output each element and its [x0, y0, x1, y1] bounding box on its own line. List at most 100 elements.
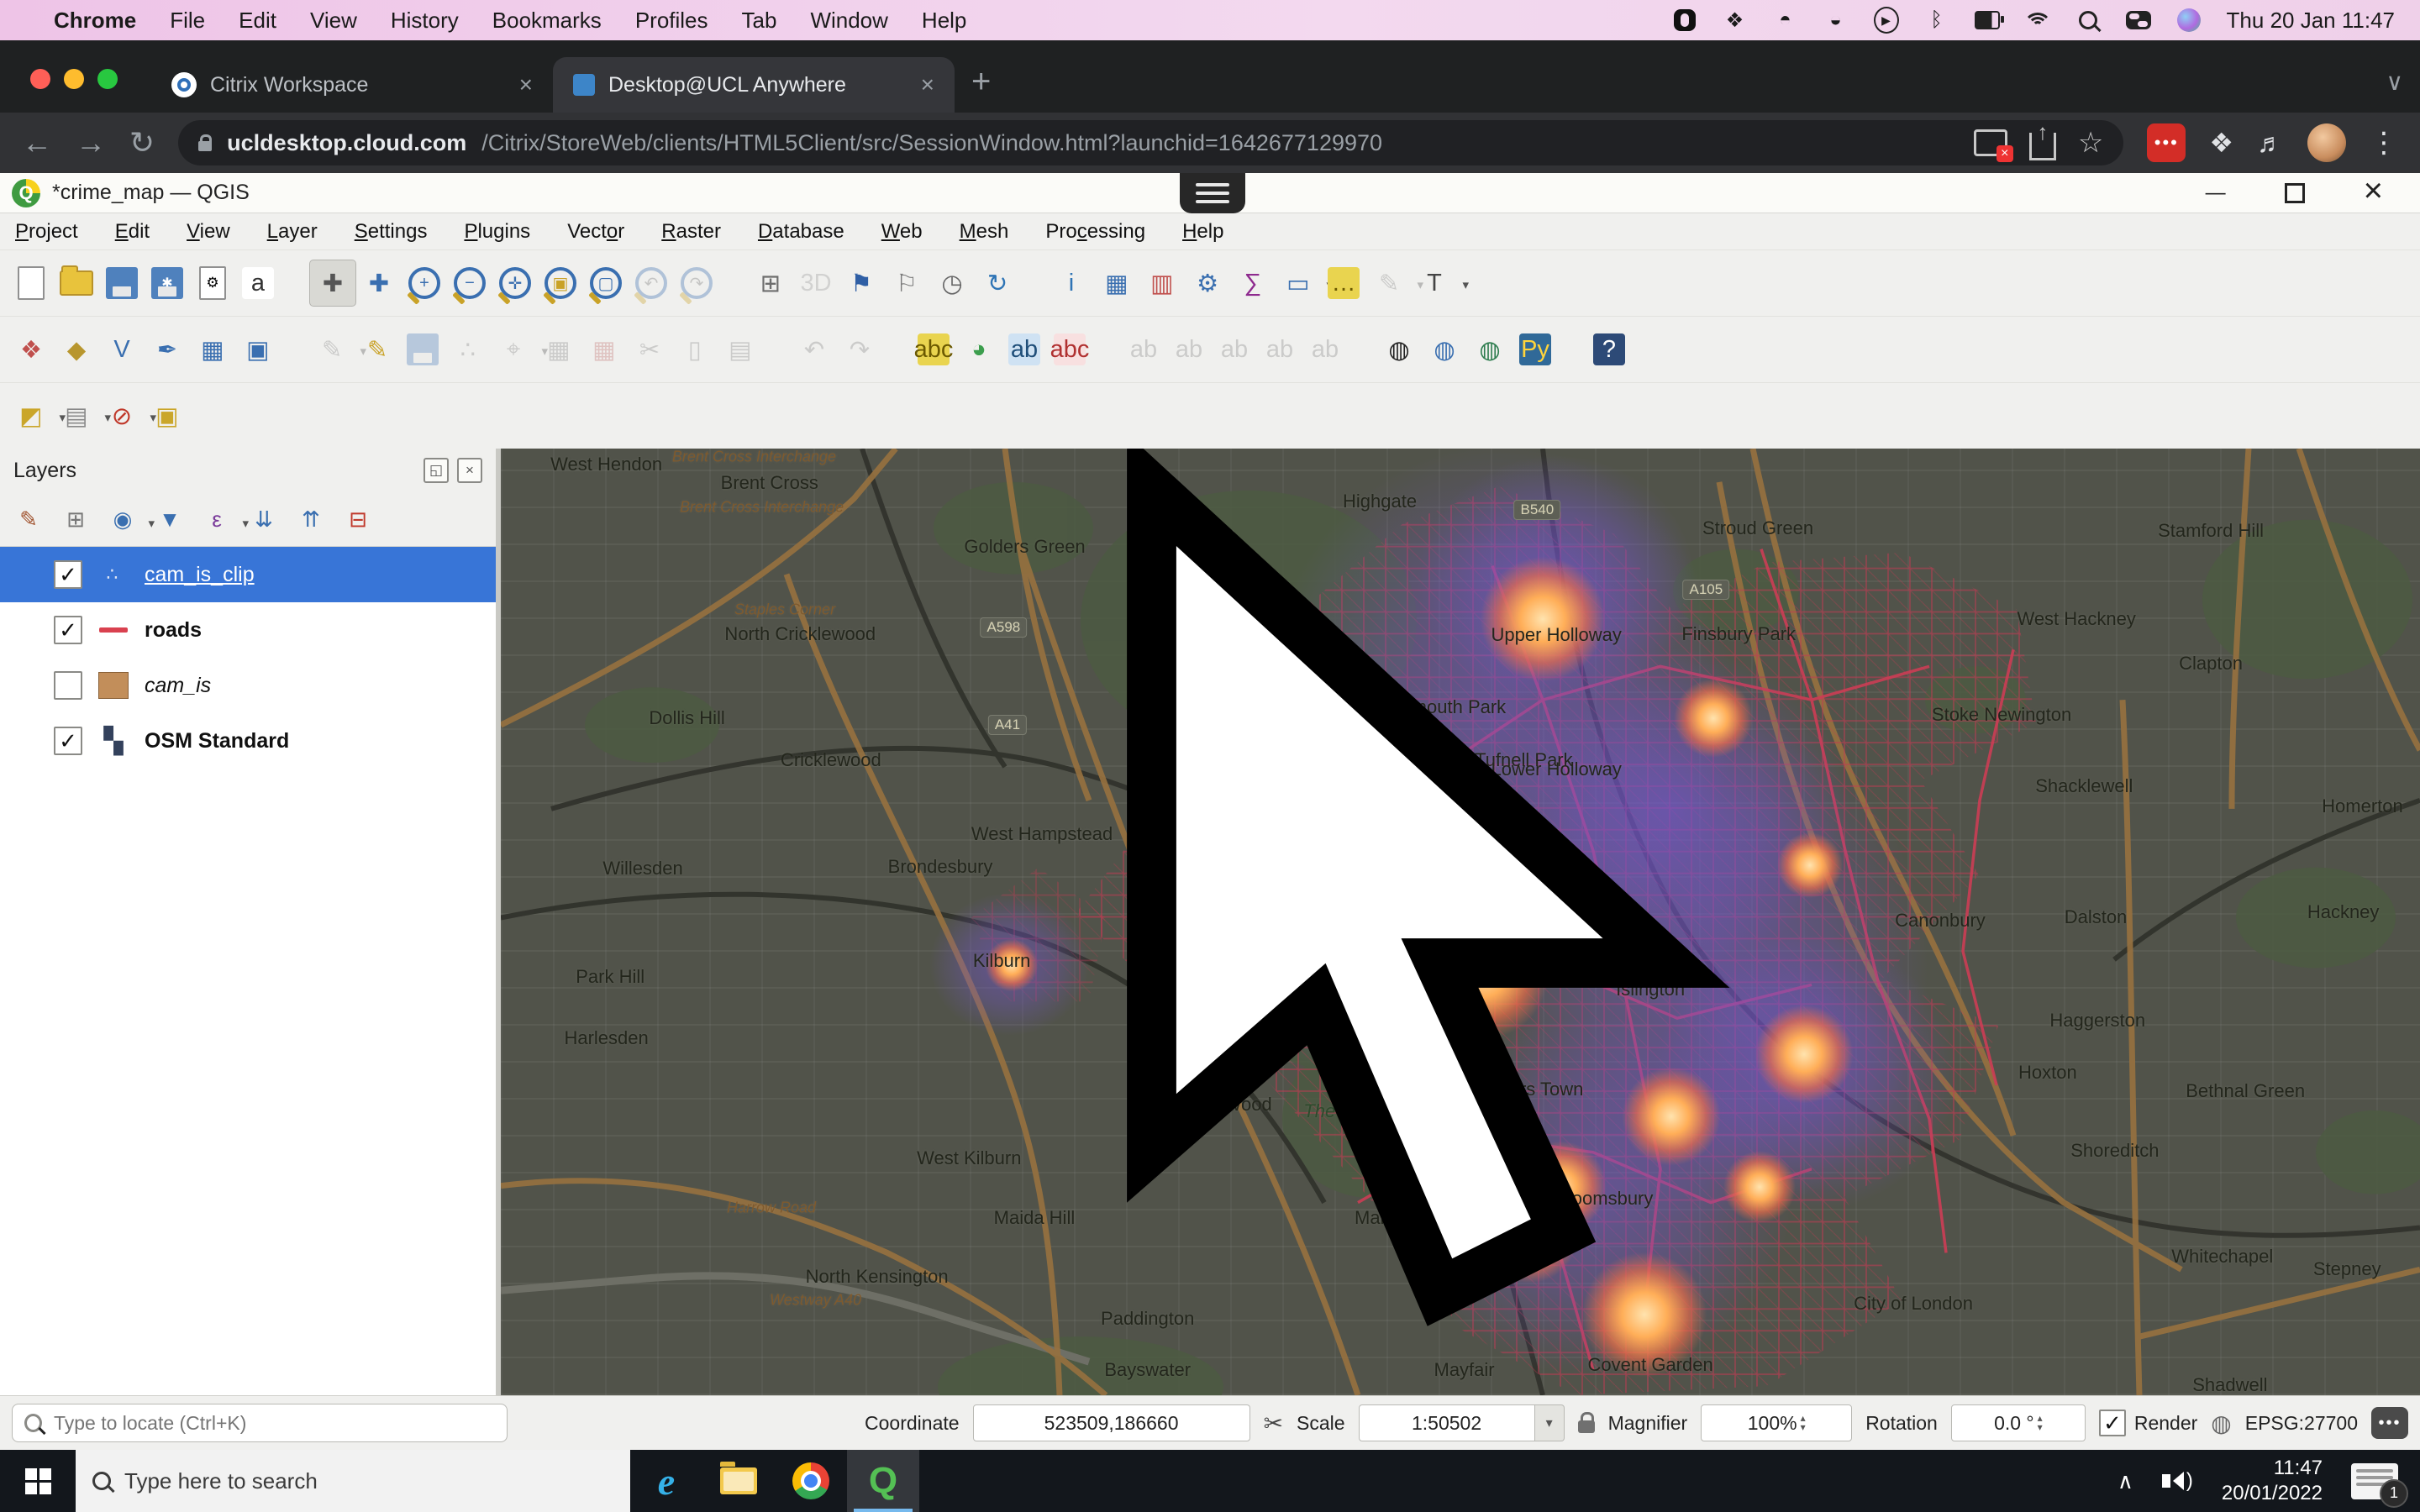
wifi-icon[interactable] [2023, 8, 2052, 33]
menubar-clock[interactable]: Thu 20 Jan 11:47 [2227, 8, 2395, 34]
toolbar-icon[interactable]: ⊞ [748, 260, 793, 306]
toolbar-icon[interactable]: ↷ [674, 260, 719, 306]
dropbox-icon[interactable]: ❖ [1723, 8, 1748, 33]
control-center-icon[interactable] [2125, 8, 2151, 33]
crs-globe-icon[interactable] [2211, 1410, 2231, 1437]
qgis-menu-item[interactable]: Edit [115, 220, 150, 244]
tab-search-icon[interactable] [2386, 68, 2404, 96]
toolbar-icon[interactable]: ∴ [445, 327, 491, 372]
toolbar-icon[interactable]: ab [1302, 327, 1348, 372]
panel-float-icon[interactable] [424, 458, 449, 483]
taskbar-file-explorer-icon[interactable] [702, 1450, 775, 1512]
hidden-icons-chevron[interactable] [2118, 1468, 2133, 1494]
taskbar-qgis-icon[interactable]: Q [847, 1450, 919, 1512]
crs-code[interactable]: EPSG:27700 [2245, 1412, 2358, 1435]
toolbar-icon[interactable]: ❖ [8, 327, 54, 372]
toolbar-icon[interactable]: ▦ [536, 327, 581, 372]
toolbar-icon[interactable]: ◍ [1467, 327, 1512, 372]
bookmark-star-icon[interactable] [2078, 126, 2103, 160]
layers-tool-icon[interactable]: ⇈ [291, 499, 331, 539]
toolbar-icon[interactable]: ◕ [956, 327, 1002, 372]
back-button[interactable] [22, 125, 52, 160]
qgis-menu-item[interactable]: Project [15, 220, 78, 244]
qgis-menu-item[interactable]: Vector [567, 220, 624, 244]
toolbar-icon[interactable]: ▭ [1276, 260, 1321, 306]
toolbar-icon[interactable]: ◷ [929, 260, 975, 306]
layer-visibility-checkbox[interactable] [54, 727, 82, 755]
qgis-menu-item[interactable]: Help [1182, 220, 1223, 244]
macos-menu-item[interactable]: Profiles [635, 8, 708, 34]
share-icon[interactable] [2028, 132, 2056, 160]
toolbar-icon[interactable]: ▯ [672, 327, 718, 372]
toolbar-icon[interactable]: i [1049, 260, 1094, 306]
macos-menu-item[interactable]: Help [922, 8, 966, 34]
layers-tool-icon[interactable]: ⊞ [55, 499, 96, 539]
taskbar-clock[interactable]: 11:47 20/01/2022 [2222, 1456, 2323, 1506]
chrome-menu-icon[interactable] [2370, 126, 2398, 160]
start-button[interactable] [0, 1450, 76, 1512]
toolbar-icon[interactable]: ✒ [145, 327, 190, 372]
taskbar-chrome-icon[interactable] [775, 1450, 847, 1512]
spotlight-icon[interactable] [2075, 8, 2101, 33]
extensions-puzzle-icon[interactable] [2209, 127, 2233, 159]
notifications-icon[interactable] [2351, 1462, 2408, 1508]
menubar-app-name[interactable]: Chrome [54, 8, 136, 34]
toolbar-icon[interactable]: ◍ [1422, 327, 1467, 372]
coordinate-field[interactable]: 523509,186660 [972, 1404, 1250, 1441]
toolbar-icon[interactable]: ✎ [1366, 260, 1412, 306]
lock-icon[interactable] [198, 134, 213, 151]
toolbar-icon[interactable] [400, 327, 445, 372]
minimize-button[interactable] [2206, 181, 2226, 205]
play-circle-icon[interactable]: ▶ [1873, 7, 1899, 34]
locator-search[interactable] [12, 1404, 508, 1442]
camera-blocked-icon[interactable] [1973, 129, 2013, 162]
locator-input[interactable] [51, 1410, 495, 1436]
layers-tool-icon[interactable]: ✎ [8, 499, 49, 539]
toolbar-icon[interactable]: 3D [793, 260, 839, 306]
layer-row[interactable]: OSM Standard [0, 713, 496, 769]
layers-tool-icon[interactable]: ▼ [150, 499, 190, 539]
close-window-button[interactable] [30, 69, 50, 89]
taskbar-ie-icon[interactable]: e [630, 1450, 702, 1512]
layer-visibility-checkbox[interactable] [54, 560, 82, 589]
toolbar-icon[interactable]: abc [911, 327, 956, 372]
qgis-menu-item[interactable]: Processing [1045, 220, 1145, 244]
battery-icon[interactable] [1974, 8, 2004, 33]
qgis-menu-item[interactable]: Mesh [960, 220, 1009, 244]
citrix-session-menu-grip[interactable] [1180, 173, 1245, 213]
toolbar-icon[interactable]: ↶ [792, 327, 837, 372]
minimize-window-button[interactable] [64, 69, 84, 89]
toolbar-icon[interactable]: ✂ [627, 327, 672, 372]
qgis-menu-item[interactable]: Settings [355, 220, 428, 244]
layers-tool-icon[interactable]: ⇊ [244, 499, 284, 539]
toolbar-icon[interactable]: ✱ [145, 260, 190, 306]
toolbar-icon[interactable]: ✚ [356, 260, 402, 306]
toolbar-icon[interactable]: Py [1512, 327, 1558, 372]
toolbar-icon[interactable]: ◆ [54, 327, 99, 372]
forward-button[interactable] [76, 125, 106, 160]
toolbar-icon[interactable]: ▦ [190, 327, 235, 372]
magnifier-spinbox[interactable]: 100% ▴ ▾ [1701, 1404, 1853, 1441]
toolbar-icon[interactable]: V [99, 327, 145, 372]
toolbar-icon[interactable]: ✎ [355, 327, 400, 372]
toolbar-icon[interactable]: ab [1002, 327, 1047, 372]
toolbar-icon[interactable]: ∑ [1230, 260, 1276, 306]
toolbar-icon[interactable]: ✚ [309, 260, 356, 307]
macos-menu-item[interactable]: History [391, 8, 459, 34]
toolbar-icon[interactable]: ab [1166, 327, 1212, 372]
toolbar-icon[interactable]: ab [1212, 327, 1257, 372]
notification-bell-icon[interactable]: ◒ [1823, 8, 1849, 33]
layer-visibility-checkbox[interactable] [54, 671, 82, 700]
macos-menu-item[interactable]: Window [810, 8, 887, 34]
volume-icon[interactable]: ) [2161, 1469, 2193, 1493]
new-tab-button[interactable] [971, 63, 991, 101]
toolbar-icon[interactable]: ⚐ [884, 260, 929, 306]
scale-combo[interactable]: 1:50502 [1358, 1404, 1565, 1441]
layers-tool-icon[interactable]: ε [197, 499, 237, 539]
toolbar-icon[interactable]: T [1412, 260, 1457, 306]
bluetooth-icon[interactable]: ᛒ [1924, 8, 1949, 33]
profile-avatar[interactable] [2307, 123, 2346, 162]
toolbar-icon[interactable]: ▦ [1094, 260, 1139, 306]
toolbar-icon[interactable]: ↷ [837, 327, 882, 372]
macos-menu-item[interactable]: Tab [742, 8, 777, 34]
